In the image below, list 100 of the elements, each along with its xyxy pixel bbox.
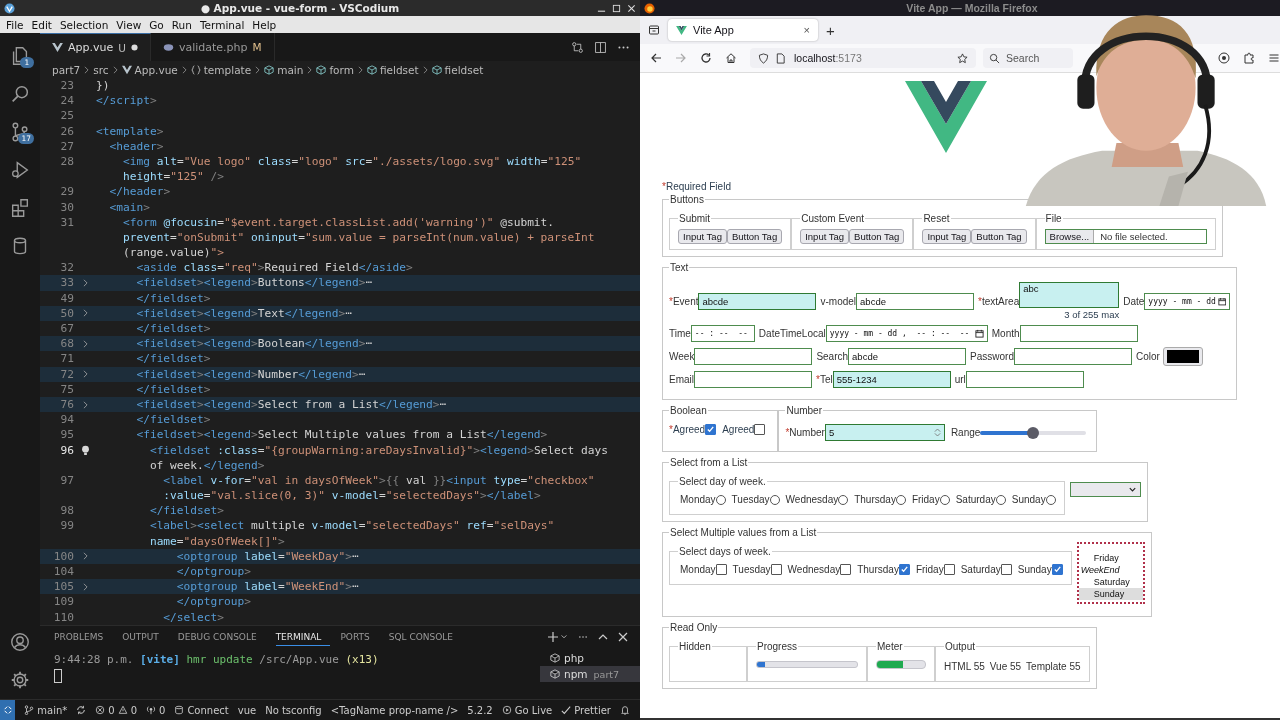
problems-status[interactable]: 0 0 — [95, 704, 137, 716]
account-icon[interactable] — [9, 631, 31, 653]
panel-tab[interactable]: TERMINAL — [275, 628, 331, 646]
text-field[interactable]: abcde — [848, 348, 967, 365]
new-tab-button[interactable]: + — [826, 21, 835, 39]
text-field[interactable]: abcde — [698, 292, 817, 310]
maximize-icon[interactable] — [612, 3, 621, 13]
file-field[interactable]: Browse... No file selected. — [1044, 229, 1207, 244]
color-picker[interactable] — [1162, 347, 1203, 366]
form-button[interactable]: Input Tag — [800, 229, 850, 244]
panel-tab[interactable]: OUTPUT — [122, 629, 168, 645]
editor-tab[interactable]: App.vue U — [40, 33, 151, 61]
puzzle-icon[interactable] — [1243, 52, 1255, 64]
datetime-field[interactable]: yyyy - mm - dd , -- : -- -- — [825, 325, 988, 342]
tab-list-icon[interactable] — [648, 24, 660, 36]
list-option[interactable]: Friday — [1078, 552, 1143, 564]
settings-icon[interactable] — [9, 669, 31, 691]
search-icon[interactable] — [9, 83, 31, 105]
time-field[interactable]: -- : -- -- — [690, 325, 755, 342]
dropdown[interactable] — [1069, 482, 1141, 497]
text-field[interactable] — [694, 348, 813, 365]
calendar-icon[interactable] — [1217, 296, 1227, 306]
breadcrumb[interactable]: App.vue — [121, 63, 178, 76]
menu-item[interactable]: Help — [248, 18, 281, 31]
form-button[interactable]: Input Tag — [922, 229, 972, 244]
chevron-icon[interactable] — [82, 582, 88, 591]
compare-icon[interactable] — [571, 40, 584, 54]
chevron-icon[interactable] — [82, 552, 88, 561]
chevron-icon[interactable] — [82, 400, 88, 409]
calendar-icon[interactable] — [974, 329, 984, 338]
text-field[interactable] — [1014, 348, 1132, 365]
menu-item[interactable]: Edit — [27, 18, 56, 31]
connect-status[interactable]: Connect — [174, 704, 229, 716]
add-icon[interactable] — [548, 632, 558, 642]
terminal-item[interactable]: npm part7 — [540, 666, 640, 682]
date-field[interactable]: yyyy - mm - dd — [1144, 292, 1231, 310]
checkbox[interactable] — [943, 564, 955, 575]
text-field[interactable] — [694, 371, 812, 388]
remote-button[interactable] — [0, 700, 16, 720]
branch-icon[interactable] — [9, 121, 31, 143]
breadcrumb[interactable]: form — [316, 63, 354, 76]
text-area[interactable]: abc — [1019, 282, 1120, 308]
chevron-icon[interactable] — [82, 370, 88, 379]
status-item[interactable]: 5.2.2 — [467, 704, 493, 716]
status-item[interactable]: vue — [237, 704, 257, 716]
panel-tab[interactable]: SQL CONSOLE — [388, 629, 462, 645]
extensions-icon[interactable] — [9, 197, 31, 219]
breadcrumb[interactable]: template — [190, 63, 252, 76]
back-icon[interactable] — [650, 52, 662, 64]
bell-icon[interactable] — [620, 705, 630, 715]
breadcrumb[interactable]: fieldset — [366, 63, 419, 76]
menu-item[interactable]: Run — [167, 18, 196, 31]
breadcrumb[interactable]: part7 — [52, 63, 81, 76]
branch-status[interactable]: main* — [24, 704, 68, 716]
menu-item[interactable]: File — [2, 18, 28, 31]
chevron-icon[interactable] — [82, 339, 88, 348]
chevron-up-icon[interactable] — [598, 632, 608, 642]
chevron-icon[interactable] — [82, 279, 88, 288]
status-item[interactable]: No tsconfig — [265, 704, 322, 716]
list-option[interactable]: Sunday — [1078, 588, 1143, 600]
sync-icon[interactable] — [76, 705, 87, 715]
menu-item[interactable]: Go — [145, 18, 168, 31]
list-box[interactable]: Friday WeekEnd Saturday Sunday — [1076, 542, 1145, 604]
slider-thumb[interactable] — [1027, 426, 1040, 439]
checkbox[interactable] — [1051, 564, 1063, 575]
breadcrumb[interactable]: main — [264, 63, 304, 76]
checkbox[interactable] — [754, 424, 766, 435]
checkbox[interactable] — [840, 564, 852, 575]
checkbox[interactable] — [715, 564, 727, 575]
home-icon[interactable] — [725, 52, 737, 64]
search-field[interactable]: Search — [983, 48, 1073, 68]
close-icon[interactable] — [618, 632, 628, 642]
checkbox[interactable] — [1000, 564, 1012, 575]
go-live-button[interactable]: Go Live — [501, 704, 553, 716]
panel-tab[interactable]: PORTS — [340, 629, 379, 645]
text-field[interactable]: 555-1234 — [832, 371, 951, 388]
browser-tab[interactable]: Vite App × — [668, 19, 818, 41]
lightbulb-icon[interactable] — [80, 444, 90, 456]
number-field[interactable]: 5 — [824, 424, 945, 441]
address-bar[interactable]: localhost:5173 — [750, 48, 976, 68]
form-button[interactable]: Input Tag — [678, 229, 727, 244]
form-button[interactable]: Button Tag — [971, 229, 1027, 244]
menu-item[interactable]: Terminal — [195, 18, 249, 31]
terminal-item[interactable]: php — [540, 650, 640, 666]
menu-item[interactable]: View — [112, 18, 146, 31]
menu-icon[interactable] — [1268, 52, 1280, 64]
prettier-status[interactable]: Prettier — [561, 704, 611, 716]
text-field[interactable] — [1019, 325, 1138, 342]
account-icon[interactable] — [1218, 52, 1230, 64]
star-icon[interactable] — [957, 52, 968, 64]
breadcrumb[interactable]: fieldset — [431, 63, 484, 76]
checkbox[interactable] — [898, 564, 910, 575]
text-field[interactable] — [965, 371, 1084, 388]
split-editor-icon[interactable] — [594, 40, 607, 54]
run-debug-icon[interactable] — [9, 159, 31, 181]
checkbox[interactable] — [770, 564, 782, 575]
checkbox[interactable] — [705, 424, 717, 435]
reload-icon[interactable] — [700, 52, 712, 64]
chevron-icon[interactable] — [82, 309, 88, 318]
status-item[interactable]: <TagName prop-name /> — [330, 704, 459, 716]
